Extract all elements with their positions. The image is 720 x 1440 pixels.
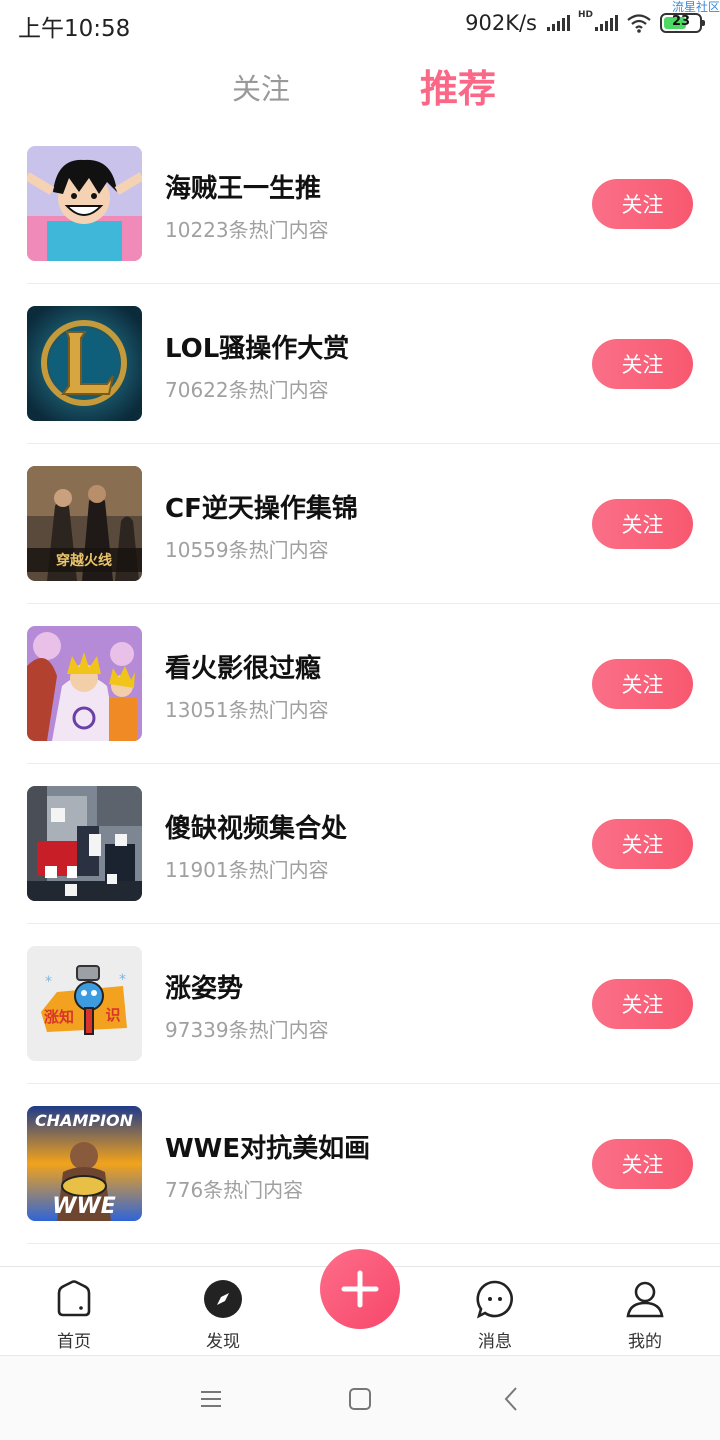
topic-thumbnail: CHAMPION WWE [27,1106,142,1221]
status-icons: 902K/s HD 23 [465,10,705,36]
network-speed: 902K/s [465,11,537,35]
wwe-bottom-text: WWE [52,1194,116,1219]
topic-thumbnail [27,306,142,421]
nav-mine-label: 我的 [628,1332,662,1352]
follow-button[interactable]: 关注 [592,819,693,869]
topic-title: 海贼王一生推 [165,174,322,204]
nav-discover-label: 发现 [206,1332,240,1352]
topic-count: 11901条热门内容 [165,858,329,882]
home-square-icon[interactable] [345,1384,375,1414]
signal-icon [546,15,570,31]
follow-button[interactable]: 关注 [592,499,693,549]
topic-title: CF逆天操作集锦 [165,494,358,524]
cf-logo-text: 穿越火线 [56,552,112,569]
topic-title: 傻缺视频集合处 [165,814,348,844]
nav-discover[interactable]: 发现 [178,1267,268,1355]
nav-home[interactable]: 首页 [29,1267,119,1355]
list-item[interactable]: 穿越火线 CF逆天操作集锦 10559条热门内容 关注 [27,444,720,604]
list-item[interactable]: 傻缺视频集合处 11901条热门内容 关注 [27,764,720,924]
nav-messages[interactable]: 消息 [450,1267,540,1355]
user-icon [626,1281,664,1318]
follow-button[interactable]: 关注 [592,339,693,389]
follow-button[interactable]: 关注 [592,1139,693,1189]
follow-button[interactable]: 关注 [592,659,693,709]
topic-title: LOL骚操作大赏 [165,334,350,364]
status-time: 上午10:58 [18,16,131,42]
svg-text:*: * [119,972,126,988]
hd-label: HD [577,10,593,20]
battery-level: 23 [671,14,691,29]
follow-button[interactable]: 关注 [592,979,693,1029]
plus-icon [341,1270,379,1308]
menu-icon[interactable] [196,1384,226,1414]
list-item[interactable]: 海贼王一生推 10223条热门内容 关注 [27,124,720,284]
bottom-nav: 首页 发现 消息 我的 [0,1249,720,1355]
wwe-top-text: CHAMPION [35,1111,134,1130]
back-icon[interactable] [496,1384,526,1414]
follow-button[interactable]: 关注 [592,179,693,229]
topic-count: 13051条热门内容 [165,698,329,722]
chat-bubble-icon [476,1280,513,1319]
topic-list: 海贼王一生推 10223条热门内容 关注 LOL骚操作大赏 70622条热门内容… [0,124,720,1244]
nav-messages-label: 消息 [478,1332,512,1352]
topic-count: 10559条热门内容 [165,538,329,562]
compass-icon [204,1280,242,1318]
create-post-button[interactable] [320,1249,400,1329]
svg-text:*: * [45,974,52,990]
topic-thumbnail: 涨知 识 * * [27,946,142,1061]
topic-title: 看火影很过瘾 [165,654,322,684]
topic-thumbnail: 穿越火线 [27,466,142,581]
topic-thumbnail [27,146,142,261]
top-tabs: 关注 推荐 [0,52,720,122]
list-item[interactable]: 涨知 识 * * 涨姿势 97339条热门内容 关注 [27,924,720,1084]
topic-title: 涨姿势 [165,974,244,1004]
list-item[interactable]: 看火影很过瘾 13051条热门内容 关注 [27,604,720,764]
nav-home-label: 首页 [57,1332,91,1352]
battery-icon: 23 [660,13,705,33]
list-item[interactable]: LOL骚操作大赏 70622条热门内容 关注 [27,284,720,444]
topic-count: 97339条热门内容 [165,1018,329,1042]
status-bar: 上午10:58 流星社区 902K/s HD 23 [0,0,720,48]
home-icon [57,1280,91,1317]
topic-thumbnail [27,786,142,901]
topic-thumbnail [27,626,142,741]
wifi-icon [627,14,651,33]
topic-count: 70622条热门内容 [165,378,329,402]
list-item[interactable]: CHAMPION WWE WWE对抗美如画 776条热门内容 关注 [27,1084,720,1244]
zzs-logo-left: 涨知 [44,1008,74,1026]
tab-recommend[interactable]: 推荐 [420,58,496,113]
topic-count: 776条热门内容 [165,1178,304,1202]
system-nav-bar [0,1355,720,1440]
zzs-logo-right: 识 [105,1006,120,1024]
topic-title: WWE对抗美如画 [165,1134,371,1164]
signal-icon-2 [595,15,618,31]
nav-mine[interactable]: 我的 [600,1267,690,1355]
tab-follow[interactable]: 关注 [232,66,290,108]
topic-count: 10223条热门内容 [165,218,329,242]
